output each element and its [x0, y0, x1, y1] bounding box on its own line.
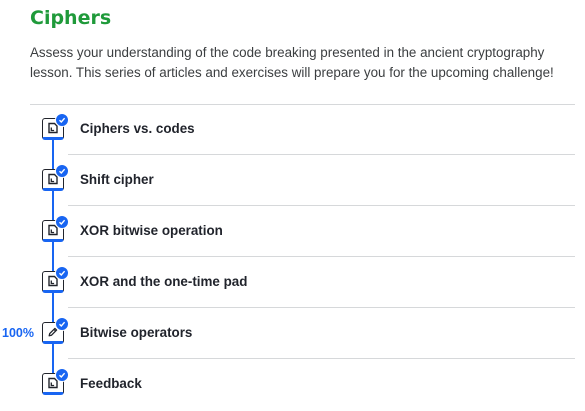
checkmark-icon [55, 317, 69, 331]
list-item[interactable]: XOR and the one-time pad [0, 257, 585, 308]
list-item-label[interactable]: XOR and the one-time pad [80, 273, 247, 291]
list-item-label[interactable]: XOR bitwise operation [80, 222, 223, 240]
list-item-label[interactable]: Shift cipher [80, 171, 154, 189]
checkmark-icon [55, 113, 69, 127]
list-item[interactable]: XOR bitwise operation [0, 206, 585, 257]
list-item[interactable]: 100% Bitwise operators [0, 308, 585, 359]
progress-percent: 100% [2, 326, 34, 340]
checkmark-icon [55, 368, 69, 382]
list-item-label[interactable]: Bitwise operators [80, 324, 192, 342]
list-item[interactable]: Shift cipher [0, 155, 585, 206]
page-title: Ciphers [30, 7, 112, 29]
list-item[interactable]: Feedback [0, 359, 585, 410]
list-item[interactable]: Ciphers vs. codes [0, 104, 585, 155]
checkmark-icon [55, 164, 69, 178]
content-item-list: Ciphers vs. codes Shift cipher XOR bitwi… [0, 104, 585, 410]
list-item-label[interactable]: Ciphers vs. codes [80, 120, 195, 138]
list-item-label[interactable]: Feedback [80, 375, 142, 393]
page-description: Assess your understanding of the code br… [30, 45, 554, 80]
checkmark-icon [55, 266, 69, 280]
checkmark-icon [55, 215, 69, 229]
